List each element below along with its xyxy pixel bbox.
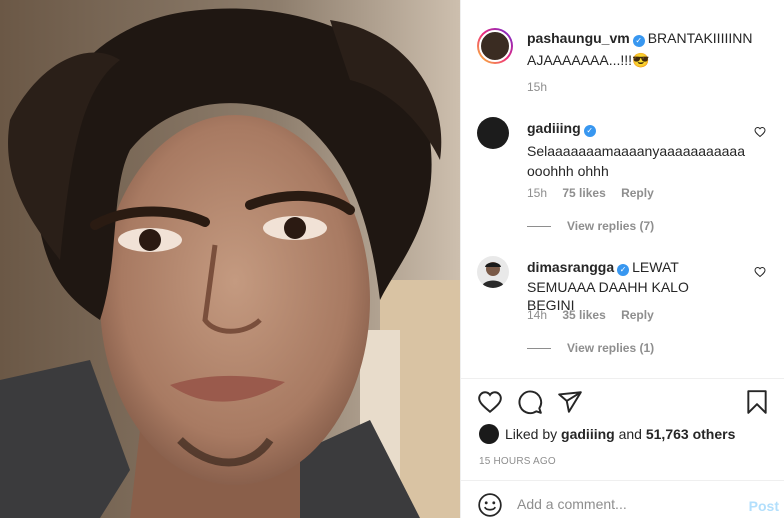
comment-username[interactable]: gadiiing (527, 120, 581, 136)
post-timestamp[interactable]: 15 HOURS AGO (479, 456, 556, 467)
verified-badge-icon: ✓ (617, 264, 630, 276)
comments-panel: pashaungu_vm ✓ BRANTAKIIIIINN AJAAAAAAA...… (460, 0, 784, 518)
comment-time: 14h (527, 308, 548, 322)
likes-summary: Liked by gadiiing and 51,763 others (479, 424, 735, 444)
post-button[interactable]: Post (749, 498, 779, 514)
view-replies-button[interactable]: View replies (1) (527, 341, 654, 355)
caption-line1: BRANTAKIIIIINN (647, 30, 753, 46)
comment-meta: 14h 35 likes Reply (527, 308, 666, 322)
commenter-avatar[interactable] (477, 117, 509, 149)
comment-icon[interactable] (517, 389, 543, 415)
bookmark-icon[interactable] (744, 389, 770, 415)
add-comment-input[interactable] (517, 496, 737, 512)
comment-text-line1: Selaaaaaaamaaaanyaaaaaaaaaaa (527, 143, 745, 159)
replies-divider (527, 348, 551, 350)
liker-avatar[interactable] (479, 424, 499, 444)
likes-count[interactable]: 51,763 others (646, 426, 736, 442)
comment-username[interactable]: dimasrangga (527, 259, 614, 275)
view-replies-label: View replies (1) (567, 341, 655, 355)
comment-text-line2: ooohhh ohhh (527, 163, 609, 179)
post-time-label: 15h (527, 80, 548, 94)
divider (461, 378, 784, 379)
comment-like-heart-icon[interactable] (754, 126, 766, 138)
verified-badge-icon: ✓ (632, 35, 645, 47)
post-photo[interactable] (0, 0, 460, 518)
view-replies-label: View replies (7) (567, 219, 655, 233)
comment-item: gadiiing ✓ Selaaaaaaamaaaanyaaaaaaaaaaa o… (527, 119, 745, 180)
reply-button[interactable]: Reply (621, 308, 654, 322)
person-avatar-icon (481, 262, 505, 288)
comment-time: 15h (527, 186, 548, 200)
comment-likes[interactable]: 35 likes (562, 308, 605, 322)
comment-item: dimasrangga ✓ LEWAT SEMUAAA DAAHH KALO BEG… (527, 258, 737, 314)
liked-by-prefix: Liked by (505, 426, 558, 442)
replies-divider (527, 226, 551, 228)
caption-line2: AJAAAAAAA...!!!😎 (527, 52, 650, 68)
add-comment-bar: Post (461, 480, 784, 518)
author-avatar[interactable] (477, 28, 513, 64)
view-replies-button[interactable]: View replies (7) (527, 219, 654, 233)
post-caption: pashaungu_vm ✓ BRANTAKIIIIINN AJAAAAAAA...… (527, 29, 767, 69)
comment-like-heart-icon[interactable] (754, 266, 766, 278)
portrait-image (0, 0, 460, 518)
author-username[interactable]: pashaungu_vm (527, 30, 630, 46)
verified-badge-icon: ✓ (583, 125, 596, 137)
liked-by-conj: and (618, 426, 642, 442)
action-bar (477, 389, 770, 417)
reply-button[interactable]: Reply (621, 186, 654, 200)
commenter-avatar[interactable] (477, 256, 509, 288)
smiley-icon[interactable] (477, 492, 503, 518)
comment-likes[interactable]: 75 likes (562, 186, 605, 200)
paper-plane-icon[interactable] (557, 389, 583, 415)
liker-username[interactable]: gadiiing (561, 426, 615, 442)
comment-meta: 15h 75 likes Reply (527, 186, 666, 200)
comment-text-line1: LEWAT (632, 259, 679, 275)
heart-icon[interactable] (477, 389, 503, 415)
post-time: 15h (527, 80, 559, 94)
